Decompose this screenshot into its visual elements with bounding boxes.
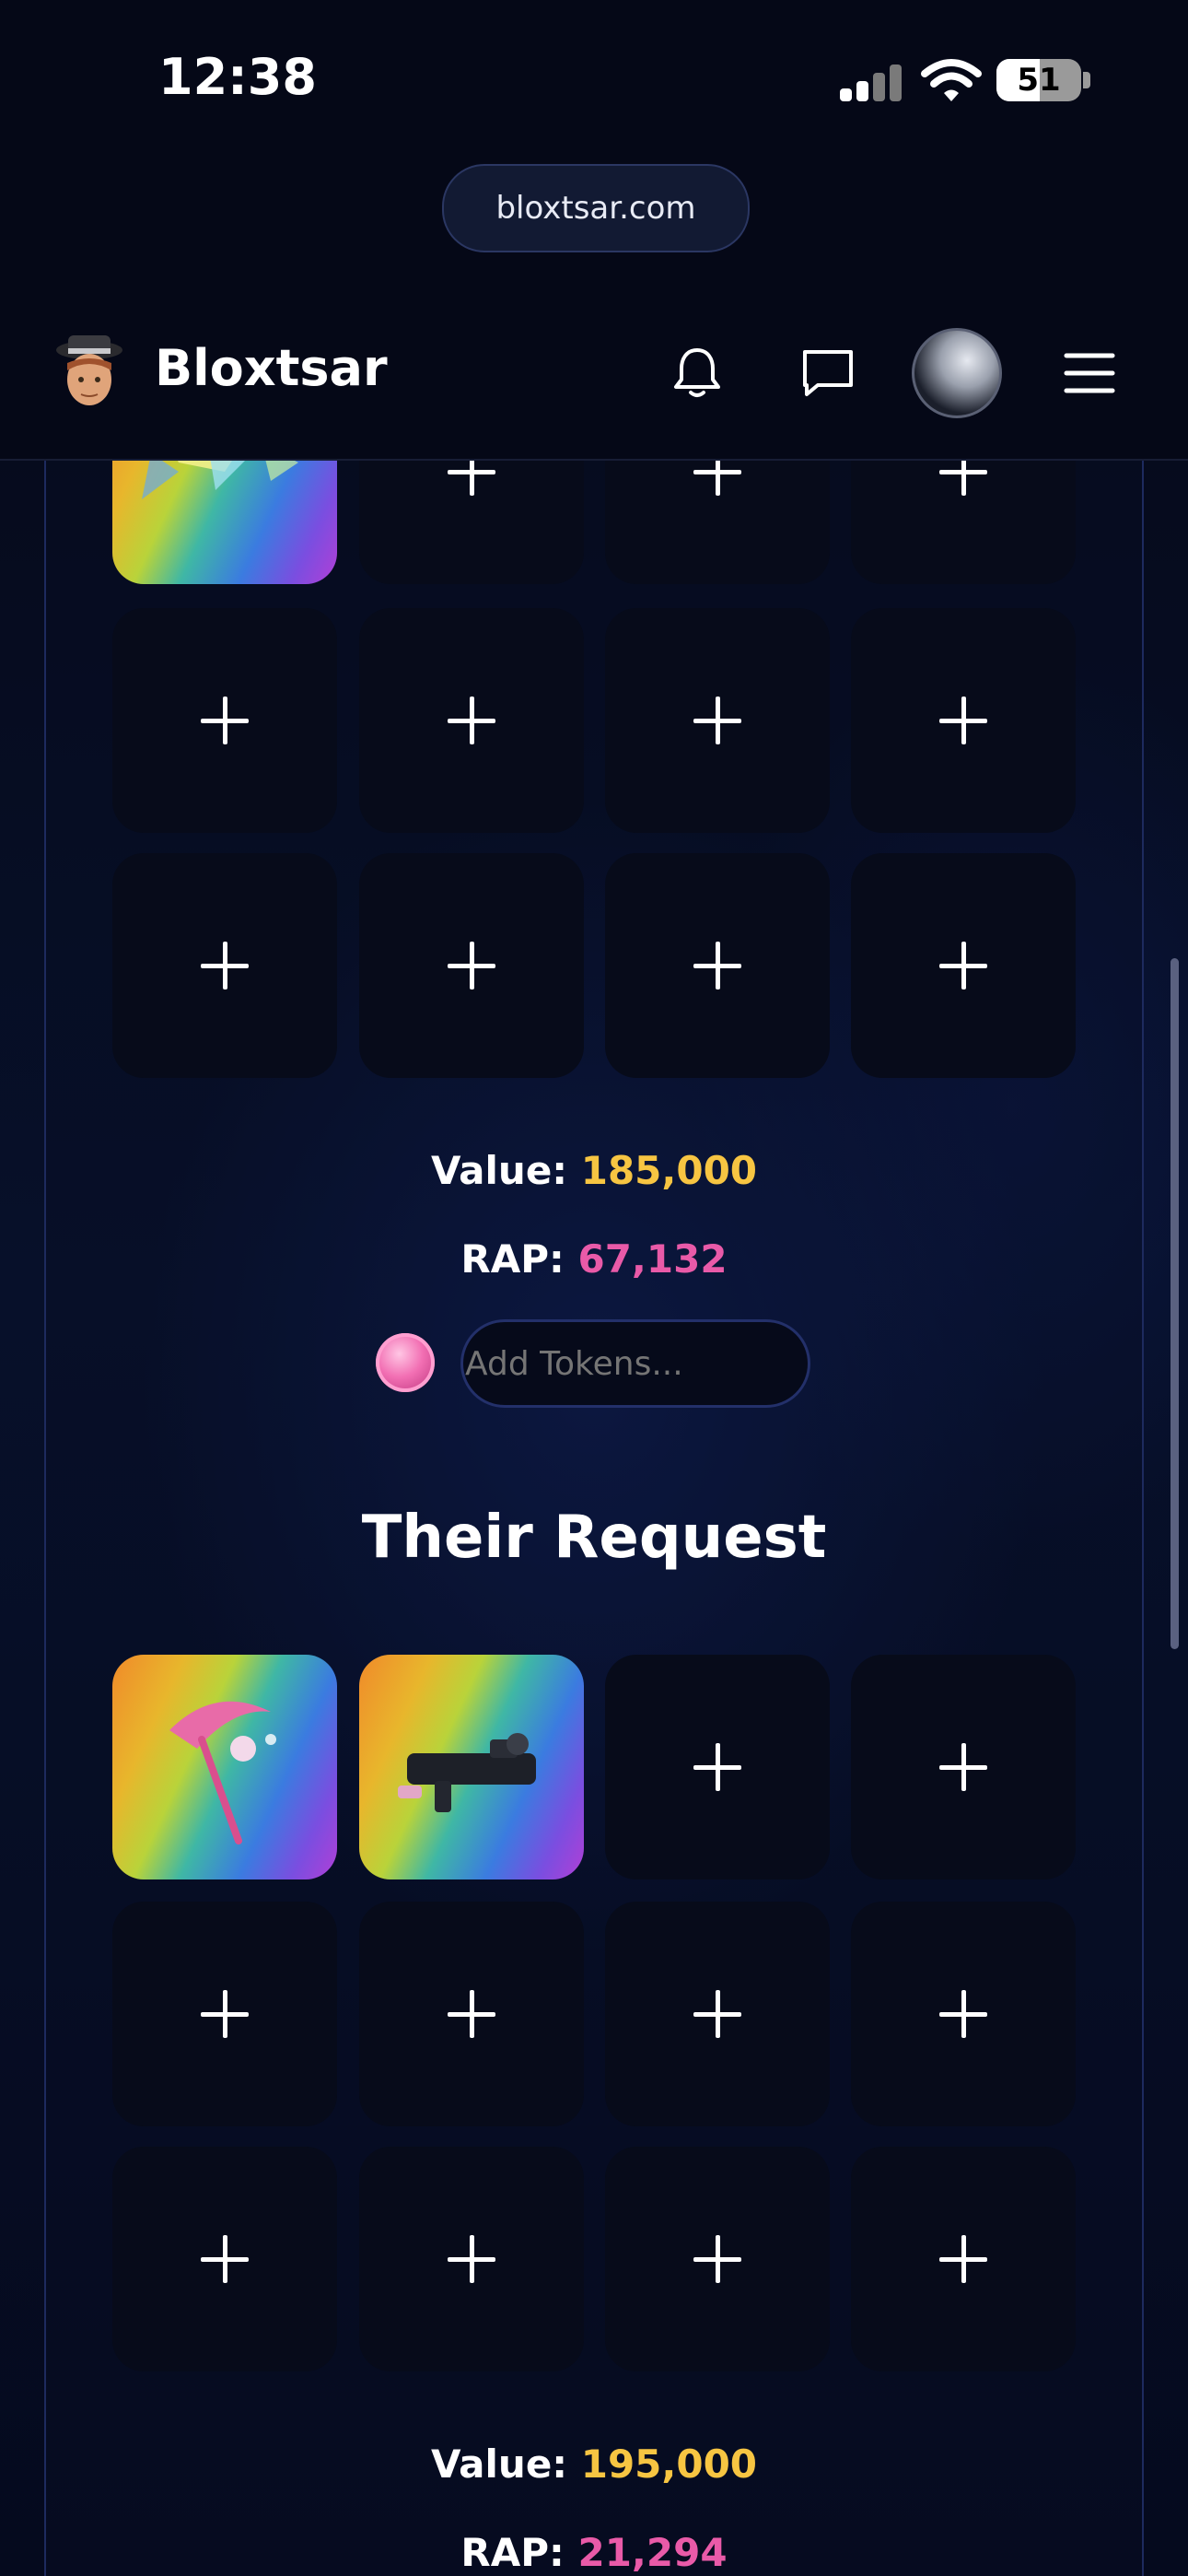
battery-cap (1083, 72, 1090, 88)
plus-icon (939, 1743, 987, 1791)
offer-empty-slot[interactable] (605, 608, 830, 833)
request-empty-slot[interactable] (605, 1902, 830, 2126)
request-value: 195,000 (580, 2441, 758, 2487)
cellular-signal-icon (840, 63, 904, 101)
request-value-line: Value: 195,000 (0, 2441, 1188, 2487)
offer-empty-slot[interactable] (359, 608, 584, 833)
offer-rap-label: RAP: (460, 1236, 565, 1282)
request-empty-slot[interactable] (112, 1902, 337, 2126)
plus-icon (693, 2235, 741, 2283)
plus-icon (448, 2235, 495, 2283)
request-rap-label: RAP: (460, 2530, 565, 2575)
request-empty-slot[interactable] (851, 2147, 1076, 2371)
offer-empty-slot[interactable] (359, 853, 584, 1078)
offer-rap-line: RAP: 67,132 (0, 1236, 1188, 1282)
plus-icon (693, 942, 741, 989)
wifi-icon (921, 59, 982, 101)
battery-level: 51 (1017, 62, 1061, 99)
scrollbar[interactable] (1171, 958, 1179, 1649)
plus-icon (448, 942, 495, 989)
token-coin-icon (376, 1333, 435, 1392)
their-request-title: Their Request (361, 1504, 827, 1572)
request-value-label: Value: (430, 2441, 568, 2487)
plus-icon (448, 1990, 495, 2038)
request-empty-slot[interactable] (851, 1902, 1076, 2126)
plus-icon (693, 697, 741, 744)
plus-icon (693, 1990, 741, 2038)
scythe-item-icon (169, 1701, 276, 1844)
request-rap: 21,294 (577, 2530, 728, 2575)
offer-value-label: Value: (430, 1148, 568, 1193)
request-rap-line: RAP: 21,294 (0, 2530, 1188, 2575)
offer-rap: 67,132 (577, 1236, 728, 1282)
plus-icon (201, 2235, 249, 2283)
site-logo-avatar[interactable] (48, 330, 131, 413)
plus-icon (201, 1990, 249, 2038)
request-empty-slot[interactable] (359, 1902, 584, 2126)
request-item-slot[interactable] (112, 1655, 337, 1879)
offer-empty-slot[interactable] (851, 853, 1076, 1078)
chat-icon[interactable] (798, 343, 858, 404)
request-item-slot[interactable] (359, 1655, 584, 1879)
offer-empty-slot[interactable] (112, 608, 337, 833)
offer-empty-slot[interactable] (112, 853, 337, 1078)
plus-icon (939, 2235, 987, 2283)
offer-value-line: Value: 185,000 (0, 1148, 1188, 1193)
add-tokens-input[interactable] (460, 1319, 810, 1408)
offer-empty-slot[interactable] (605, 853, 830, 1078)
bell-icon[interactable] (667, 343, 728, 404)
request-empty-slot[interactable] (112, 2147, 337, 2371)
status-time: 12:38 (158, 48, 317, 106)
plus-icon (448, 697, 495, 744)
launcher-item-icon (398, 1733, 536, 1812)
plus-icon (939, 697, 987, 744)
brand-name[interactable]: Bloxtsar (155, 339, 388, 397)
menu-icon[interactable] (1059, 343, 1120, 404)
plus-icon (201, 942, 249, 989)
url-bar[interactable]: bloxtsar.com (442, 164, 750, 252)
plus-icon (201, 697, 249, 744)
request-empty-slot[interactable] (605, 1655, 830, 1879)
plus-icon (939, 1990, 987, 2038)
request-empty-slot[interactable] (851, 1655, 1076, 1879)
offer-empty-slot[interactable] (851, 608, 1076, 833)
offer-value: 185,000 (580, 1148, 758, 1193)
battery-icon: 51 (996, 59, 1081, 101)
profile-avatar[interactable] (912, 328, 1002, 418)
request-empty-slot[interactable] (359, 2147, 584, 2371)
request-empty-slot[interactable] (605, 2147, 830, 2371)
plus-icon (693, 1743, 741, 1791)
plus-icon (939, 942, 987, 989)
